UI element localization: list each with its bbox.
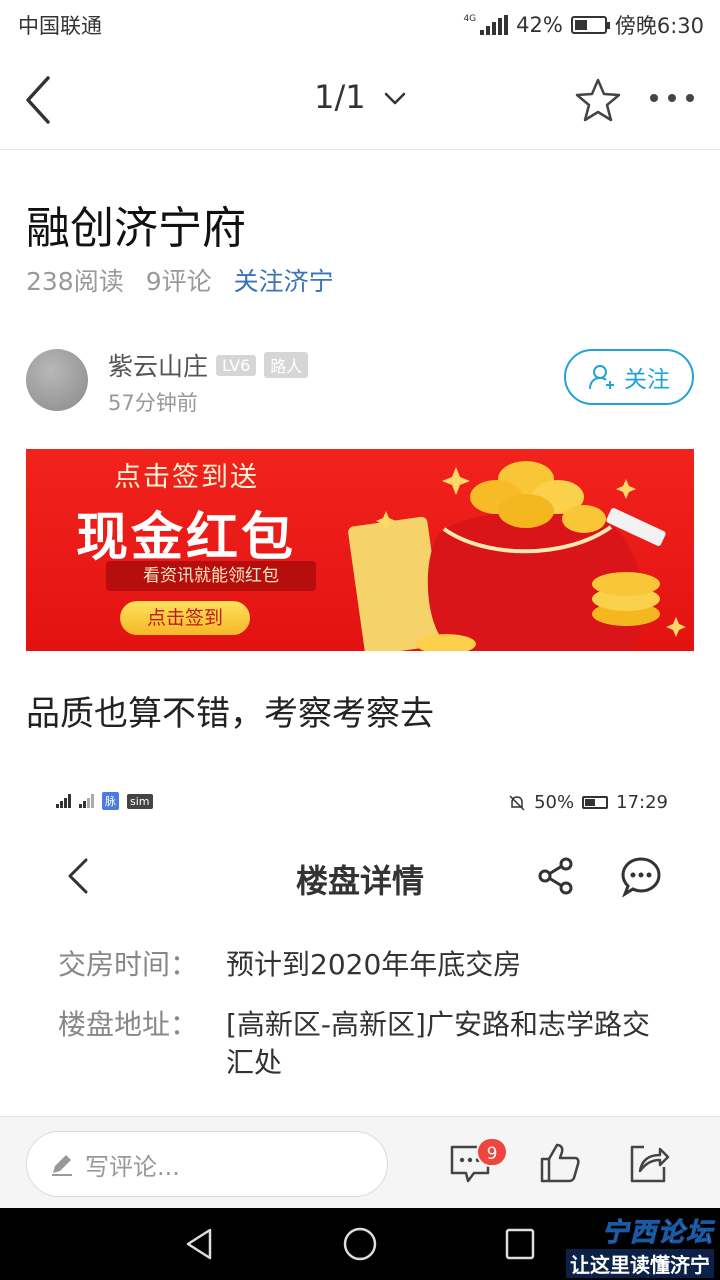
system-back-icon[interactable] [184, 1226, 216, 1262]
level-badge: LV6 [216, 354, 257, 376]
share-icon[interactable] [624, 1139, 672, 1187]
avatar[interactable] [26, 349, 88, 411]
chevron-down-icon[interactable] [384, 92, 406, 106]
battery-icon [570, 16, 610, 34]
mute-bell-icon [509, 794, 525, 811]
back-arrow-icon[interactable] [20, 72, 60, 128]
top-nav: 1/1 [0, 50, 720, 150]
embedded-screenshot[interactable]: 脉 sim 50% 17:29 楼盘详情 交房时间： 预计到2020年年底交房 … [26, 770, 694, 1120]
article-meta: 238阅读 9评论 关注济宁 [26, 262, 334, 298]
pencil-icon [52, 1155, 72, 1176]
embedded-clock: 17:29 [616, 792, 668, 813]
carrier-label: 中国联通 [18, 14, 102, 38]
row-value: 预计到2020年年底交房 [226, 948, 522, 981]
watermark-line2: 让这里读懂济宁 [566, 1249, 714, 1278]
promo-banner[interactable]: 点击签到送 现金红包 看资讯就能领红包 点击签到 [26, 449, 694, 651]
post-text: 品质也算不错，考察考察去 [26, 694, 434, 734]
banner-signin-button[interactable]: 点击签到 [120, 601, 250, 635]
system-recents-icon[interactable] [504, 1226, 536, 1262]
embedded-back-icon [68, 858, 88, 894]
row-label: 交房时间： [58, 948, 199, 981]
embedded-title: 楼盘详情 [295, 862, 424, 900]
signal-icon: 4G [463, 15, 509, 35]
status-bar: 中国联通 4G 42% 傍晚6:30 [0, 0, 720, 50]
embedded-share-icon [538, 857, 573, 895]
forum-watermark: 宁西论坛 让这里读懂济宁 [566, 1212, 714, 1278]
system-home-icon[interactable] [342, 1226, 378, 1262]
embedded-app-badge: 脉 [102, 792, 119, 810]
follow-button[interactable]: 关注 [564, 349, 694, 405]
forum-link[interactable]: 关注济宁 [234, 262, 334, 298]
follow-label: 关注 [624, 367, 670, 393]
row-label: 楼盘地址： [58, 1008, 199, 1041]
battery-percent: 42% [516, 13, 563, 37]
author-row: 紫云山庄 LV6 路人 57分钟前 关注 [26, 345, 694, 415]
watermark-line1: 宁西论坛 [601, 1218, 714, 1249]
bottom-bar: 写评论... 9 [0, 1116, 720, 1208]
author-name-row: 紫云山庄 LV6 路人 [108, 347, 309, 383]
clock: 傍晚6:30 [614, 14, 704, 38]
read-count: 238阅读 [26, 267, 124, 296]
embedded-chat-icon [621, 857, 661, 898]
comment-count-badge: 9 [476, 1137, 508, 1167]
status-right: 4G 42% 傍晚6:30 [463, 10, 704, 40]
thumbs-up-icon[interactable] [536, 1139, 584, 1187]
author-name[interactable]: 紫云山庄 [108, 347, 208, 383]
embedded-battery-percent: 50% [534, 792, 575, 813]
banner-subline: 看资讯就能领红包 [106, 561, 316, 591]
comment-placeholder: 写评论... [85, 1152, 180, 1181]
more-icon[interactable] [646, 86, 698, 110]
banner-line1: 点击签到送 [114, 462, 259, 493]
embedded-signal-icon-2 [79, 794, 94, 808]
comment-input[interactable]: 写评论... [26, 1131, 388, 1197]
embedded-app-badge-2: sim [127, 793, 153, 809]
row-value: [高新区-高新区]广安路和志学路交汇处 [226, 1008, 650, 1079]
add-user-icon [589, 365, 614, 390]
embedded-battery-icon [582, 796, 609, 809]
post-time: 57分钟前 [108, 391, 198, 415]
banner-headline: 现金红包 [76, 508, 297, 568]
comment-count: 9评论 [145, 267, 212, 296]
star-icon[interactable] [574, 76, 622, 124]
embedded-signal-icon [56, 794, 71, 808]
embedded-status-bar: 脉 sim 50% 17:29 [56, 792, 668, 816]
article-title: 融创济宁府 [26, 203, 246, 254]
red-envelope-coins-illustration [348, 461, 686, 651]
page-indicator[interactable]: 1/1 [314, 78, 366, 116]
role-badge: 路人 [264, 352, 309, 378]
